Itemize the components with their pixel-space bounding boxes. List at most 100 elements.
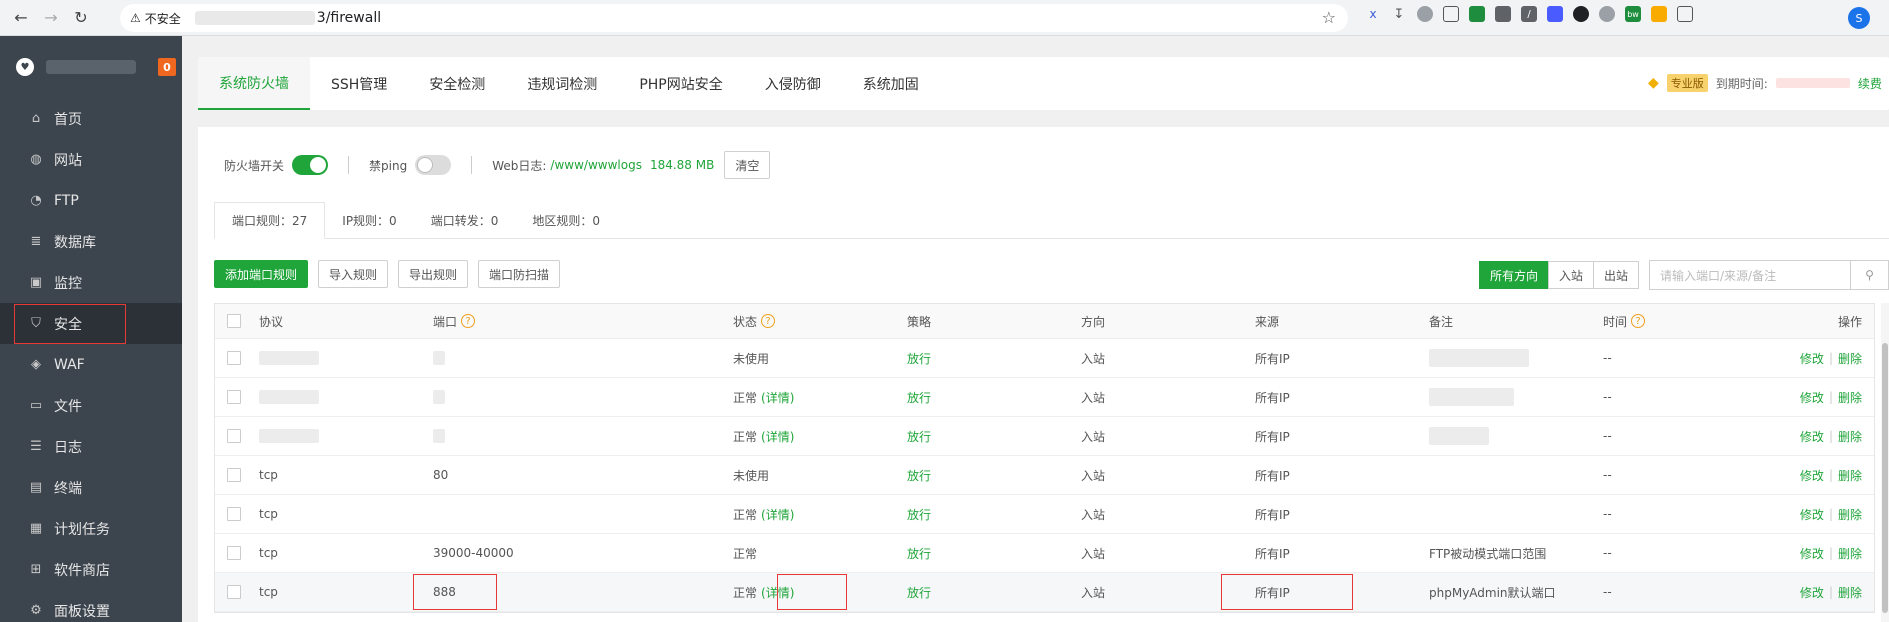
- row-checkbox[interactable]: [227, 339, 241, 377]
- direction-all-button[interactable]: 所有方向: [1478, 261, 1549, 289]
- extension-gear-icon[interactable]: [1417, 6, 1433, 22]
- cell-policy[interactable]: 放行: [907, 417, 931, 455]
- search-icon[interactable]: ⚲: [1850, 261, 1888, 289]
- table-scrollbar[interactable]: [1881, 303, 1889, 622]
- bookmark-star-icon[interactable]: ☆: [1322, 8, 1336, 27]
- direction-out-button[interactable]: 出站: [1592, 261, 1639, 289]
- edit-link[interactable]: 修改: [1800, 428, 1824, 445]
- extension-copy-icon[interactable]: [1443, 6, 1459, 22]
- notification-badge[interactable]: 0: [158, 58, 176, 76]
- sidebar-item-7[interactable]: ▭ 文件: [0, 385, 182, 426]
- cell-policy[interactable]: 放行: [907, 534, 931, 572]
- row-checkbox[interactable]: [227, 378, 241, 416]
- security-warning[interactable]: ⚠ 不安全: [130, 10, 181, 27]
- forward-icon[interactable]: →: [36, 3, 66, 33]
- extension-stack-icon[interactable]: [1495, 6, 1511, 22]
- address-bar[interactable]: ⚠ 不安全 3/firewall ☆: [120, 4, 1348, 32]
- edit-link[interactable]: 修改: [1800, 389, 1824, 406]
- google-drive-icon[interactable]: [1469, 6, 1485, 22]
- extension-x-icon[interactable]: x: [1365, 6, 1381, 22]
- cell-policy[interactable]: 放行: [907, 378, 931, 416]
- cell-time: --: [1603, 429, 1612, 443]
- row-checkbox[interactable]: [227, 417, 241, 455]
- subtab-2[interactable]: 端口转发：0: [414, 202, 516, 238]
- sidebar-item-3[interactable]: ≣ 数据库: [0, 221, 182, 262]
- add-port-rule-button[interactable]: 添加端口规则: [214, 260, 309, 288]
- detail-link[interactable]: (详情): [761, 389, 794, 406]
- tab-5[interactable]: 入侵防御: [744, 57, 842, 110]
- sidebar-item-5[interactable]: ⛉ 安全: [0, 303, 182, 344]
- subtab-1[interactable]: IP规则：0: [325, 202, 413, 238]
- sidebar-item-1[interactable]: ◍ 网站: [0, 139, 182, 180]
- delete-link[interactable]: 删除: [1838, 389, 1862, 406]
- extension-bw-icon[interactable]: bw: [1625, 6, 1641, 22]
- sidebar-item-2[interactable]: ◔ FTP: [0, 180, 182, 221]
- subtab-0[interactable]: 端口规则：27: [214, 202, 326, 239]
- row-checkbox[interactable]: [227, 534, 241, 572]
- status-text: 正常: [733, 507, 758, 522]
- clear-log-button[interactable]: 清空: [724, 151, 771, 179]
- extension-puzzle-blue-icon[interactable]: [1547, 6, 1563, 22]
- direction-in-button[interactable]: 入站: [1547, 261, 1594, 289]
- detail-link[interactable]: (详情): [761, 506, 794, 523]
- import-rules-button[interactable]: 导入规则: [318, 260, 389, 288]
- weblog-path-link[interactable]: /www/wwwlogs: [550, 158, 642, 172]
- tab-4[interactable]: PHP网站安全: [618, 57, 743, 110]
- profile-avatar[interactable]: S: [1848, 7, 1870, 29]
- extension-code-icon[interactable]: /: [1521, 6, 1537, 22]
- cell-direction: 入站: [1081, 585, 1106, 600]
- help-icon[interactable]: ?: [461, 314, 476, 328]
- download-icon[interactable]: ↧: [1391, 6, 1407, 22]
- sidebar-item-4[interactable]: ▣ 监控: [0, 262, 182, 303]
- export-rules-button[interactable]: 导出规则: [398, 260, 469, 288]
- cell-policy[interactable]: 放行: [907, 495, 931, 533]
- select-all-checkbox[interactable]: [227, 304, 241, 338]
- detail-link[interactable]: (详情): [761, 428, 794, 445]
- sidebar-item-8[interactable]: ☰ 日志: [0, 426, 182, 467]
- row-checkbox[interactable]: [227, 495, 241, 533]
- reload-icon[interactable]: ↻: [66, 3, 96, 33]
- subtab-3[interactable]: 地区规则：0: [515, 202, 617, 238]
- sidebar-item-0[interactable]: ⌂ 首页: [0, 98, 182, 139]
- sidebar-item-12[interactable]: ⚙ 面板设置: [0, 590, 182, 622]
- help-icon[interactable]: ?: [1631, 314, 1646, 328]
- tab-0[interactable]: 系统防火墙: [198, 57, 310, 110]
- tab-3[interactable]: 违规词检测: [506, 57, 618, 110]
- ping-toggle[interactable]: [415, 155, 452, 175]
- sidebar-item-11[interactable]: ⊞ 软件商店: [0, 549, 182, 590]
- edit-link[interactable]: 修改: [1800, 506, 1824, 523]
- tab-2[interactable]: 安全检测: [408, 57, 506, 110]
- extension-yellow-icon[interactable]: [1651, 6, 1667, 22]
- delete-link[interactable]: 删除: [1838, 545, 1862, 562]
- delete-link[interactable]: 删除: [1838, 584, 1862, 601]
- delete-link[interactable]: 删除: [1838, 350, 1862, 367]
- extensions-puzzle-icon[interactable]: [1677, 6, 1693, 22]
- delete-link[interactable]: 删除: [1838, 428, 1862, 445]
- row-checkbox[interactable]: [227, 456, 241, 494]
- edit-link[interactable]: 修改: [1800, 545, 1824, 562]
- cell-policy[interactable]: 放行: [907, 456, 931, 494]
- sidebar-item-9[interactable]: ▤ 终端: [0, 467, 182, 508]
- row-checkbox[interactable]: [227, 573, 241, 611]
- help-icon[interactable]: ?: [761, 314, 776, 328]
- cell-policy[interactable]: 放行: [907, 573, 931, 611]
- back-icon[interactable]: ←: [6, 3, 36, 33]
- renew-link[interactable]: 续费: [1858, 75, 1882, 92]
- tab-1[interactable]: SSH管理: [310, 57, 408, 110]
- edit-link[interactable]: 修改: [1800, 467, 1824, 484]
- edit-link[interactable]: 修改: [1800, 350, 1824, 367]
- delete-link[interactable]: 删除: [1838, 467, 1862, 484]
- port-scan-protection-button[interactable]: 端口防扫描: [478, 260, 561, 288]
- delete-link[interactable]: 删除: [1838, 506, 1862, 523]
- sidebar-item-6[interactable]: ◈ WAF: [0, 344, 182, 385]
- search-input[interactable]: 请输入端口/来源/备注: [1650, 267, 1850, 284]
- cell-note: [1429, 378, 1514, 416]
- waf-icon: ◈: [31, 357, 41, 372]
- extension-settings-icon[interactable]: [1599, 6, 1615, 22]
- cell-policy[interactable]: 放行: [907, 339, 931, 377]
- firewall-toggle[interactable]: [292, 155, 329, 175]
- edit-link[interactable]: 修改: [1800, 584, 1824, 601]
- sidebar-item-10[interactable]: ▦ 计划任务: [0, 508, 182, 549]
- extension-chat-icon[interactable]: [1573, 6, 1589, 22]
- tab-6[interactable]: 系统加固: [842, 57, 940, 110]
